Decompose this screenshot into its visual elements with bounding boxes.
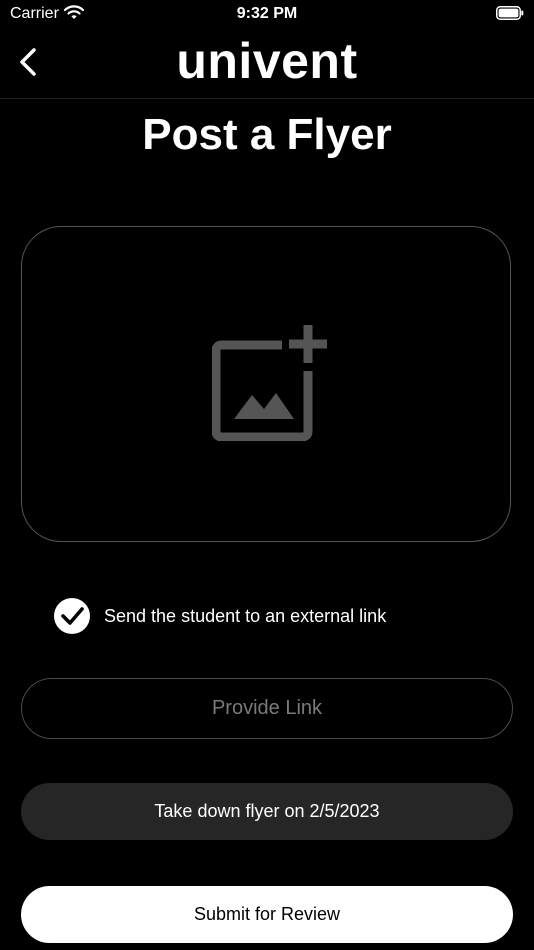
app-title: univent xyxy=(176,33,358,89)
flyer-upload-area[interactable] xyxy=(21,226,511,542)
external-link-checkbox[interactable] xyxy=(54,598,90,634)
status-time: 9:32 PM xyxy=(236,5,298,22)
add-photo-icon xyxy=(212,325,327,441)
battery-icon xyxy=(496,6,524,20)
external-link-label: Send the student to an external link xyxy=(104,606,387,626)
status-bar: Carrier 9:32 PM xyxy=(0,0,534,28)
provide-link-input[interactable] xyxy=(21,678,513,739)
page-title: Post a Flyer xyxy=(142,110,392,159)
nav-bar: univent xyxy=(0,30,534,99)
takedown-date-button[interactable]: Take down flyer on 2/5/2023 xyxy=(21,783,513,840)
submit-for-review-button[interactable]: Submit for Review xyxy=(21,886,513,943)
external-link-option: Send the student to an external link xyxy=(54,598,474,634)
checkmark-icon xyxy=(61,607,84,625)
